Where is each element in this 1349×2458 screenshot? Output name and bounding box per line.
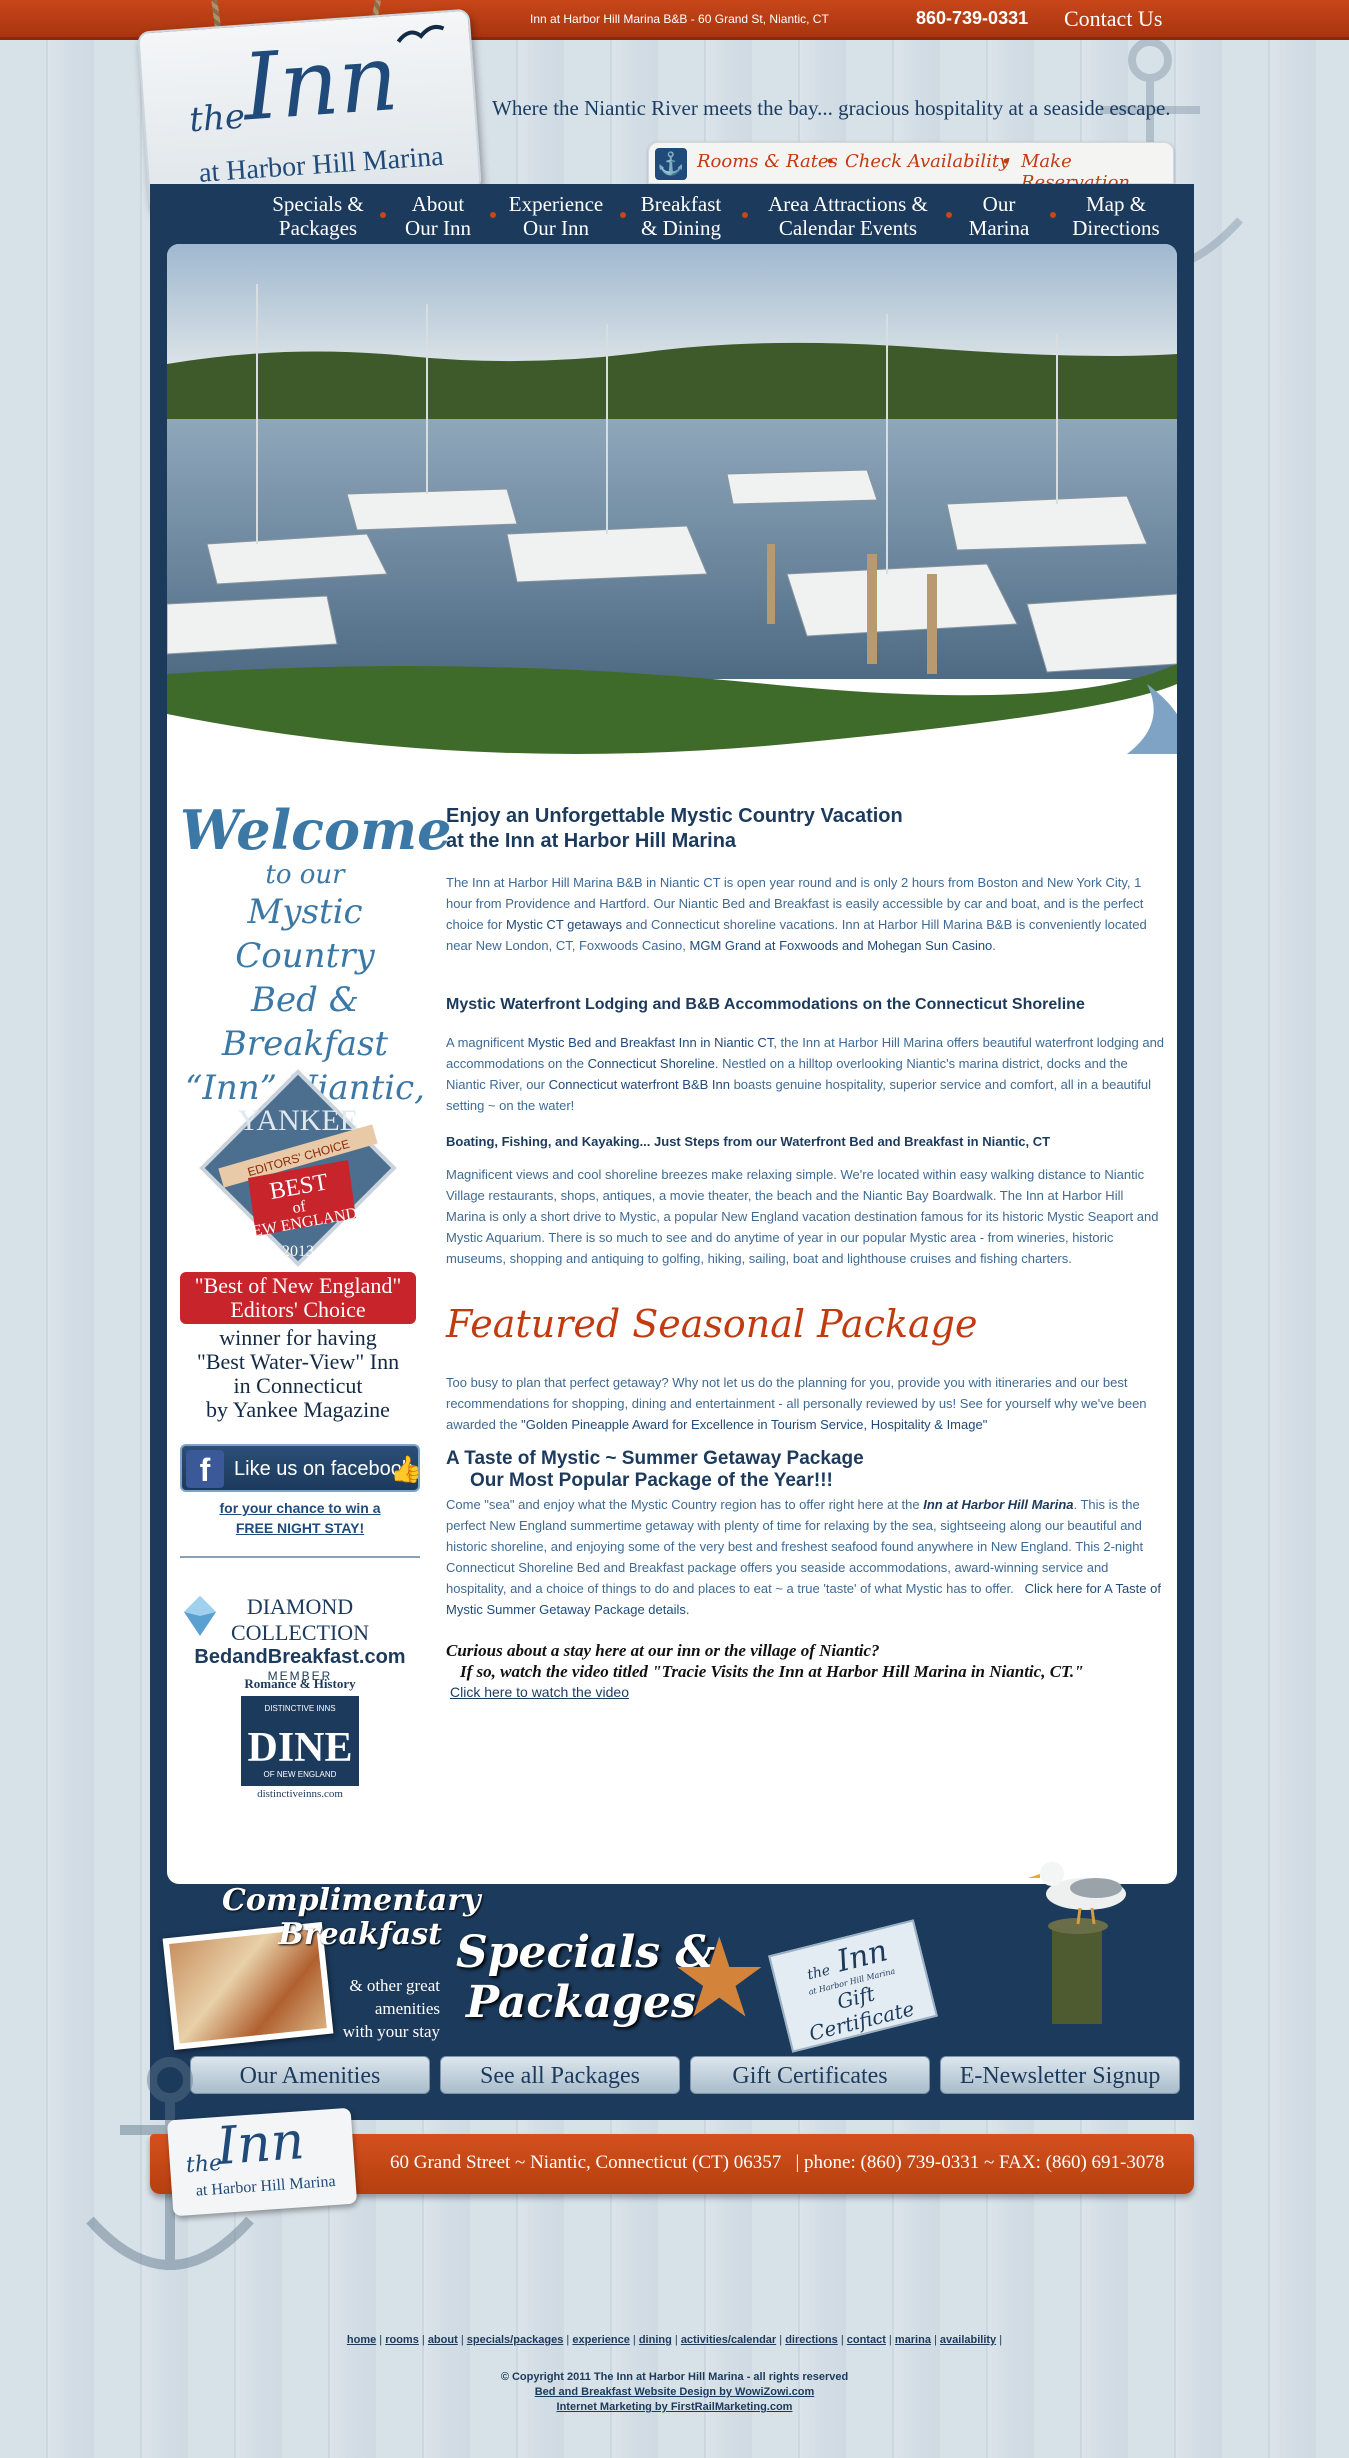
footer-link-availability[interactable]: availability [940,2334,996,2346]
promo-strip: Complimentary Breakfast & other great ame… [150,1862,1194,2120]
footer-link-about[interactable]: about [428,2334,458,2346]
welcome-line: to our [265,860,345,890]
anchor-icon: ⚓ [655,148,687,180]
welcome-line: Welcome [180,798,452,862]
thumbs-up-icon: 👍 [390,1454,423,1484]
copyright-block: © Copyright 2011 The Inn at Harbor Hill … [0,2370,1349,2415]
best-of-new-england-banner: "Best of New England" Editors' Choice [180,1272,416,1324]
footer-links: home | rooms | about | specials/packages… [346,2334,1003,2346]
footer-link-rooms[interactable]: rooms [385,2334,419,2346]
gift-certificate-card[interactable]: the Inn at Harbor Hill Marina Gift Certi… [768,1919,938,2053]
logo-inn: Inn [239,23,402,142]
gift-certificates-button[interactable]: Gift Certificates [690,2056,930,2094]
award-description: winner for having "Best Water-View" Inn … [196,1325,400,1422]
amenities-subtitle: & other great amenities with your stay [342,1976,440,2041]
nav-separator [946,212,952,218]
nav-our-marina[interactable]: Our Marina [954,192,1044,240]
hero-marina-photo [167,244,1177,754]
welcome-line: Mystic Country [235,892,375,976]
facebook-label: Like us on facebook [234,1458,412,1480]
design-credit-link[interactable]: Bed and Breakfast Website Design by Wowi… [0,2385,1349,2400]
seagull-icon [396,24,445,43]
best-ne-line: Editors' Choice [230,1297,366,1322]
watch-video-link[interactable]: Click here to watch the video [450,1682,1170,1703]
separator: • [827,151,834,171]
mgm-mohegan-link[interactable]: MGM Grand at Foxwoods and Mohegan Sun Ca… [690,938,993,953]
footer-link-directions[interactable]: directions [785,2334,838,2346]
nav-experience-our-inn[interactable]: Experience Our Inn [496,192,616,240]
section-heading-waterfront: Mystic Waterfront Lodging and B&B Accomm… [446,996,1085,1013]
footer-link-marina[interactable]: marina [895,2334,931,2346]
complimentary-breakfast-title: Complimentary Breakfast [222,1883,481,1952]
footer-link-contact[interactable]: contact [847,2334,886,2346]
ct-shoreline-link[interactable]: Connecticut Shoreline [588,1056,715,1071]
curious-video-intro: Curious about a stay here at our inn or … [446,1641,1084,1681]
separator: • [1003,151,1010,171]
yankee-award-badge[interactable]: YANKEE EDITORS' CHOICE BEST of NEW ENGLA… [178,1068,418,1268]
see-all-packages-button[interactable]: See all Packages [440,2056,680,2094]
facebook-like-button[interactable]: f Like us on facebook 👍 [180,1444,423,1492]
mystic-getaways-link[interactable]: Mystic CT getaways [506,917,622,932]
main-navigation: Specials & Packages About Our Inn Experien… [150,184,1194,250]
best-ne-line: "Best of New England" [194,1273,402,1298]
nav-specials-packages[interactable]: Specials & Packages [258,192,378,240]
nav-separator [380,212,386,218]
facebook-contest-link[interactable]: for your chance to win a FREE NIGHT STAY… [180,1498,420,1538]
mystic-vacation-link[interactable]: Mystic Country Vacation [670,805,902,827]
welcome-line: Bed & Breakfast [221,980,389,1064]
starfish-icon: ★ [670,1917,769,2040]
logo-the: the [187,96,247,141]
yankee-brand: YANKEE [238,1104,358,1137]
golden-pineapple-link[interactable]: "Golden Pineapple Award for Excellence i… [521,1417,987,1432]
boating-paragraph: Magnificent views and cool shoreline bre… [446,1167,1159,1266]
package-paragraph: Come "sea" and enjoy what the Mystic Cou… [446,1497,1161,1617]
featured-package-heading: Featured Seasonal Package [446,1302,978,1346]
section-heading-boating: Boating, Fishing, and Kayaking... Just S… [446,1134,1051,1149]
footer-link-experience[interactable]: experience [572,2334,629,2346]
ct-waterfront-bnb-link[interactable]: Connecticut waterfront B&B Inn [549,1077,730,1092]
package-title: A Taste of Mystic ~ Summer Getaway Packa… [446,1448,864,1491]
top-phone[interactable]: 860-739-0331 [916,8,1028,29]
nav-map-directions[interactable]: Map & Directions [1056,192,1176,240]
mystic-bnb-link[interactable]: Mystic Bed and Breakfast Inn in Niantic … [528,1035,774,1050]
yankee-year: 2013 [282,1243,314,1260]
footer-logo[interactable]: the Inn at Harbor Hill Marina [166,2107,358,2217]
check-availability-link[interactable]: Check Availability [845,151,1009,172]
footer-link-activities[interactable]: activities/calendar [681,2334,776,2346]
marketing-credit-link[interactable]: Internet Marketing by FirstRailMarketing… [0,2400,1349,2415]
footer-address: 60 Grand Street ~ Niantic, Connecticut (… [390,2152,1165,2173]
nav-about-our-inn[interactable]: About Our Inn [388,192,488,240]
diamond-icon [184,1596,216,1636]
intro-paragraph: The Inn at Harbor Hill Marina B&B in Nia… [446,875,1147,953]
seagull-on-post-image [1028,1862,1126,2024]
waterfront-paragraph: A magnificent Mystic Bed and Breakfast I… [446,1035,1165,1113]
contact-us-link[interactable]: Contact Us [1064,6,1162,32]
facebook-icon: f [186,1450,224,1488]
footer-link-specials[interactable]: specials/packages [467,2334,564,2346]
nav-area-attractions[interactable]: Area Attractions & Calendar Events [748,192,948,240]
copyright-icon: © [500,2371,509,2383]
logo-subtitle: at Harbor Hill Marina [197,140,445,189]
quick-links-bar: ⚓ Rooms & Rates • Check Availability • M… [648,142,1174,193]
dine-logo: DISTINCTIVE INNS DINE OF NEW ENGLAND [241,1696,359,1786]
nav-breakfast-dining[interactable]: Breakfast & Dining [626,192,736,240]
diamond-collection-badge[interactable]: DIAMOND COLLECTION BedandBreakfast.com M… [180,1594,420,1683]
featured-paragraph: Too busy to plan that perfect getaway? W… [446,1375,1147,1432]
sidebar-divider [180,1556,420,1558]
footer-link-dining[interactable]: dining [639,2334,672,2346]
top-address: Inn at Harbor Hill Marina B&B - 60 Grand… [530,12,829,26]
distinctive-inns-badge[interactable]: Romance & History DISTINCTIVE INNS DINE … [230,1676,370,1816]
logo[interactable]: the Inn at Harbor Hill Marina [137,8,482,214]
tagline: Where the Niantic River meets the bay...… [492,96,1171,120]
rooms-rates-link[interactable]: Rooms & Rates [697,151,838,172]
page-title: Enjoy an Unforgettable Mystic Country Va… [446,805,903,852]
footer-link-home[interactable]: home [347,2334,376,2346]
e-newsletter-signup-button[interactable]: E-Newsletter Signup [940,2056,1180,2094]
